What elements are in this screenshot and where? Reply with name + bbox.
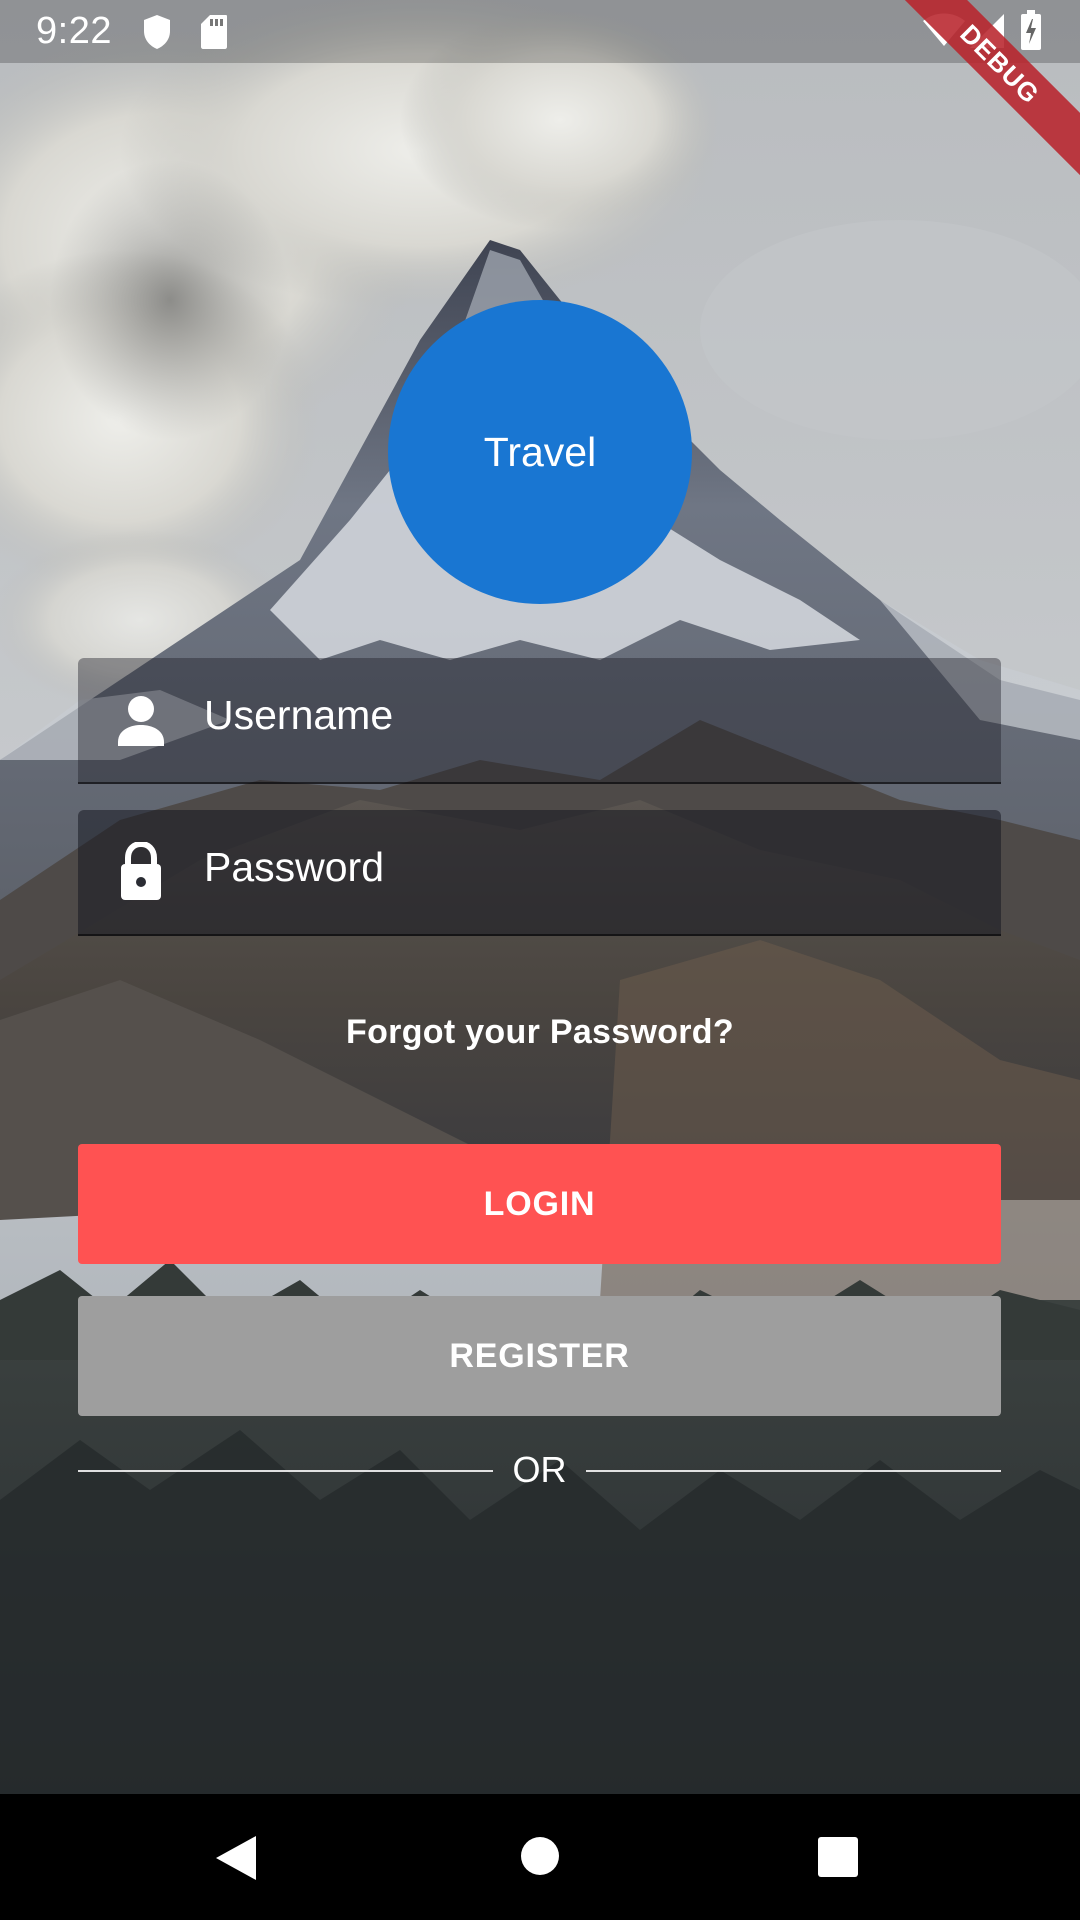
travel-logo: Travel (388, 300, 692, 604)
shield-icon (142, 14, 172, 55)
username-field[interactable]: Username (78, 658, 1001, 784)
home-icon[interactable] (520, 1836, 560, 1881)
forgot-password-link[interactable]: Forgot your Password? (0, 1013, 1080, 1052)
lock-icon (116, 840, 166, 900)
login-button[interactable]: LOGIN (78, 1144, 1001, 1264)
person-icon (116, 694, 166, 750)
password-placeholder: Password (204, 844, 385, 890)
divider-line-right (586, 1470, 1001, 1472)
back-icon[interactable] (214, 1834, 258, 1887)
register-button-label: REGISTER (449, 1336, 630, 1375)
sd-card-icon (200, 14, 228, 55)
password-field[interactable]: Password (78, 810, 1001, 936)
status-time: 9:22 (36, 10, 112, 52)
register-button[interactable]: REGISTER (78, 1296, 1001, 1416)
login-button-label: LOGIN (483, 1184, 596, 1223)
or-divider-label: OR (512, 1449, 567, 1490)
navigation-bar (0, 1794, 1080, 1920)
username-placeholder: Username (204, 692, 394, 738)
battery-charging-icon (1020, 10, 1042, 55)
login-screen: 9:22 DEBUG Travel Username Password Forg… (0, 0, 1080, 1920)
logo-label: Travel (483, 428, 597, 475)
recents-icon[interactable] (817, 1836, 859, 1883)
divider-line-left (78, 1470, 493, 1472)
